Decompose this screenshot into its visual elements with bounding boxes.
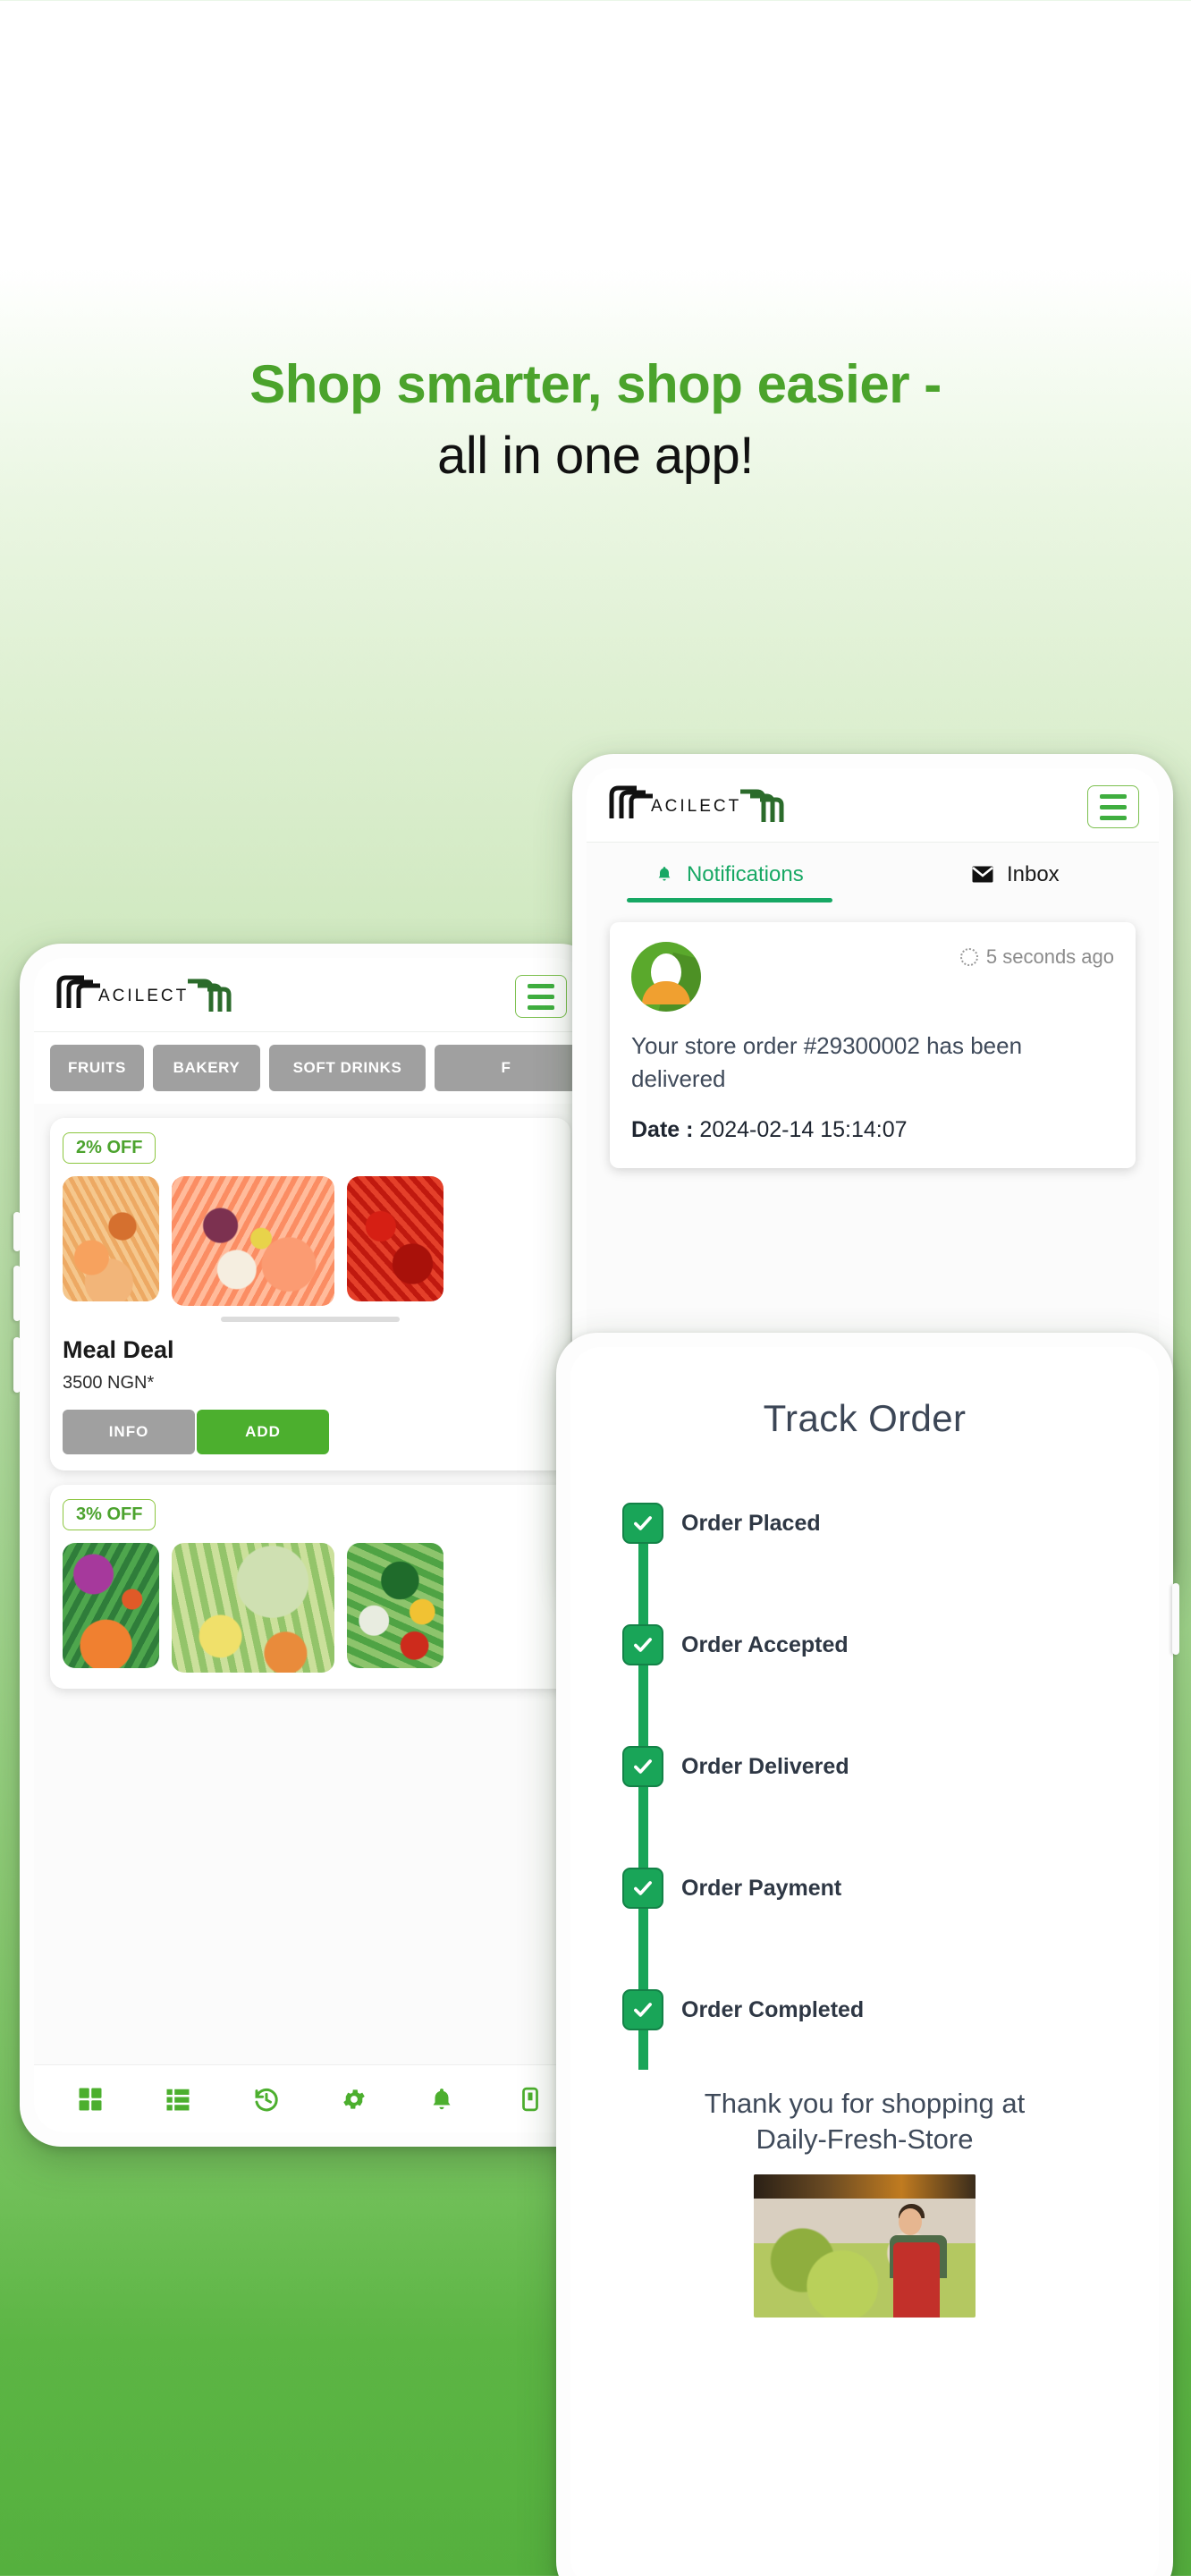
headline-line-2: all in one app! (437, 426, 754, 485)
category-tabs: FRUITS BAKERY SOFT DRINKS F (34, 1032, 587, 1104)
sashimi-platter-photo (172, 1176, 334, 1306)
thank-you-message: Thank you for shopping at Daily-Fresh-St… (570, 2086, 1159, 2158)
notification-time-text: 5 seconds ago (985, 945, 1114, 968)
track-step-label: Order Payment (681, 1875, 842, 1901)
shrimp-pasta-photo (63, 1176, 159, 1301)
product-image-carousel[interactable] (63, 1176, 558, 1306)
check-icon (622, 1503, 663, 1544)
product-card-vegetables[interactable]: 3% OFF (50, 1485, 570, 1689)
track-step-label: Order Completed (681, 1996, 865, 2022)
list-icon[interactable] (134, 2086, 222, 2113)
category-tab-partial[interactable]: F (435, 1045, 578, 1091)
crawfish-photo (347, 1176, 443, 1301)
tab-notifications-label: Notifications (686, 862, 804, 886)
store-app-header: ACILECT (34, 958, 587, 1032)
clock-icon (959, 948, 978, 966)
headline-line-1: Shop smarter, shop easier - (249, 354, 942, 414)
notification-item[interactable]: 5 seconds ago Your store order #29300002… (610, 922, 1136, 1168)
product-card-meal-deal[interactable]: 2% OFF Meal Deal 3500 NGN* INFO ADD (50, 1118, 570, 1470)
product-image-carousel[interactable] (63, 1543, 558, 1673)
notification-date-label: Date : (631, 1116, 694, 1142)
phone-volume-down-button[interactable] (13, 1266, 21, 1321)
gear-icon[interactable] (310, 2086, 398, 2113)
page-title: Shop smarter, shop easier - all in one a… (0, 353, 1191, 487)
phone-volume-up-button[interactable] (13, 1212, 21, 1251)
user-avatar-icon (631, 942, 701, 1012)
order-progress-tracker: Order Placed Order Accepted Order Delive… (622, 1503, 1159, 2070)
acilect-chevron-logo: ACILECT (606, 783, 798, 831)
product-title: Meal Deal (63, 1336, 174, 1363)
info-button[interactable]: INFO (63, 1410, 195, 1454)
envelope-icon (972, 864, 994, 889)
notification-message: Your store order #29300002 has been deli… (631, 1032, 1023, 1092)
track-step-label: Order Placed (681, 1510, 821, 1536)
notification-timestamp: 5 seconds ago (959, 945, 1114, 969)
track-step-order-placed: Order Placed (622, 1503, 1159, 1544)
thank-you-line-1: Thank you for shopping at (704, 2088, 1026, 2119)
page-title: Track Order (763, 1397, 967, 1439)
product-actions: INFO ADD (63, 1410, 558, 1454)
track-step-label: Order Delivered (681, 1753, 849, 1779)
bell-icon (655, 864, 673, 890)
store-phone-mockup: ACILECT FRUITS BAKERY SOFT DRINKS F 2% O… (13, 944, 601, 2147)
broccoli-medley-photo (347, 1543, 443, 1668)
notification-date: Date : 2024-02-14 15:14:07 (631, 1117, 1114, 1143)
bottom-navigation-bar (34, 2064, 587, 2132)
category-tab-fruits[interactable]: FRUITS (50, 1045, 144, 1091)
phone-power-button[interactable] (1172, 1583, 1179, 1655)
category-tab-bakery[interactable]: BAKERY (153, 1045, 260, 1091)
category-tab-soft-drinks[interactable]: SOFT DRINKS (269, 1045, 426, 1091)
notification-tabs: Notifications Inbox (587, 843, 1159, 902)
check-icon (622, 1868, 663, 1909)
check-icon (622, 1624, 663, 1665)
store-phone-screen: ACILECT FRUITS BAKERY SOFT DRINKS F 2% O… (34, 958, 587, 2132)
check-icon (622, 1989, 663, 2030)
acilect-chevron-logo: ACILECT (54, 972, 246, 1021)
tab-inbox[interactable]: Inbox (873, 862, 1159, 902)
hamburger-menu-icon[interactable] (515, 975, 567, 1018)
hamburger-menu-icon[interactable] (1087, 785, 1139, 828)
tab-inbox-label: Inbox (1006, 862, 1060, 886)
track-step-order-delivered: Order Delivered (622, 1746, 1159, 1787)
check-icon (622, 1746, 663, 1787)
notify-app-header: ACILECT (587, 768, 1159, 843)
phone-power-button[interactable] (13, 1337, 21, 1393)
track-step-label: Order Accepted (681, 1631, 849, 1657)
svg-text:ACILECT: ACILECT (651, 797, 741, 816)
discount-badge: 3% OFF (63, 1499, 156, 1530)
thank-you-line-2: Daily-Fresh-Store (756, 2123, 974, 2156)
history-icon[interactable] (223, 2086, 310, 2113)
grocery-store-photo (754, 2174, 976, 2318)
bell-icon[interactable] (398, 2086, 486, 2113)
notification-header: 5 seconds ago (631, 942, 1114, 1012)
notification-date-value: 2024-02-14 15:14:07 (699, 1116, 908, 1142)
svg-text:ACILECT: ACILECT (98, 987, 189, 1005)
track-order-phone-screen: Track Order Order Placed Order Accepted (570, 1347, 1159, 2576)
track-order-phone-mockup: Track Order Order Placed Order Accepted (556, 1333, 1179, 2576)
discount-badge: 2% OFF (63, 1132, 156, 1164)
tab-notifications[interactable]: Notifications (587, 862, 873, 902)
product-price: 3500 NGN* (63, 1373, 155, 1393)
track-step-order-completed: Order Completed (622, 1989, 1159, 2030)
track-step-order-accepted: Order Accepted (622, 1624, 1159, 1665)
carousel-scroll-indicator[interactable] (221, 1317, 400, 1322)
grid-icon[interactable] (46, 2086, 134, 2113)
add-button[interactable]: ADD (197, 1410, 329, 1454)
track-step-order-payment: Order Payment (622, 1868, 1159, 1909)
mixed-vegetables-photo (172, 1543, 334, 1673)
purple-vegetables-photo (63, 1543, 159, 1668)
